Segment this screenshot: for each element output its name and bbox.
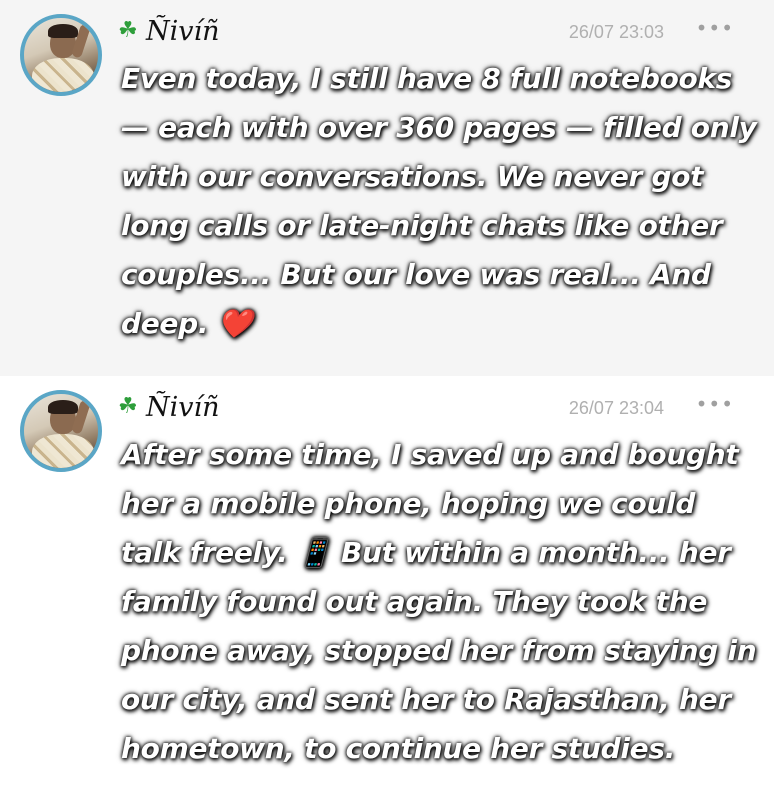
avatar-shirt [32, 434, 94, 468]
message-item: ☘ Ñivíñ 26/07 23:03 ••• Even today, I st… [0, 0, 774, 367]
avatar[interactable] [20, 390, 102, 472]
clover-icon: ☘ [118, 394, 138, 419]
message-item: ☘ Ñivíñ 26/07 23:04 ••• After some time,… [0, 376, 774, 800]
avatar[interactable] [20, 14, 102, 96]
timestamp: 26/07 23:03 [568, 22, 664, 42]
sender-name[interactable]: Ñivíñ [146, 16, 220, 47]
message-text: After some time, I saved up and bought h… [121, 438, 757, 765]
sender-name[interactable]: Ñivíñ [146, 392, 220, 423]
avatar-hair [48, 400, 78, 414]
more-options-icon[interactable]: ••• [696, 392, 734, 416]
avatar-shirt [32, 58, 94, 92]
clover-icon: ☘ [118, 18, 138, 43]
message-header: ☘ Ñivíñ 26/07 23:03 ••• [118, 16, 734, 48]
more-options-icon[interactable]: ••• [696, 16, 734, 40]
avatar-hair [48, 24, 78, 38]
message-header: ☘ Ñivíñ 26/07 23:04 ••• [118, 392, 734, 424]
divider [0, 367, 774, 376]
timestamp: 26/07 23:04 [568, 398, 664, 418]
message-text: Even today, I still have 8 full notebook… [121, 62, 757, 340]
